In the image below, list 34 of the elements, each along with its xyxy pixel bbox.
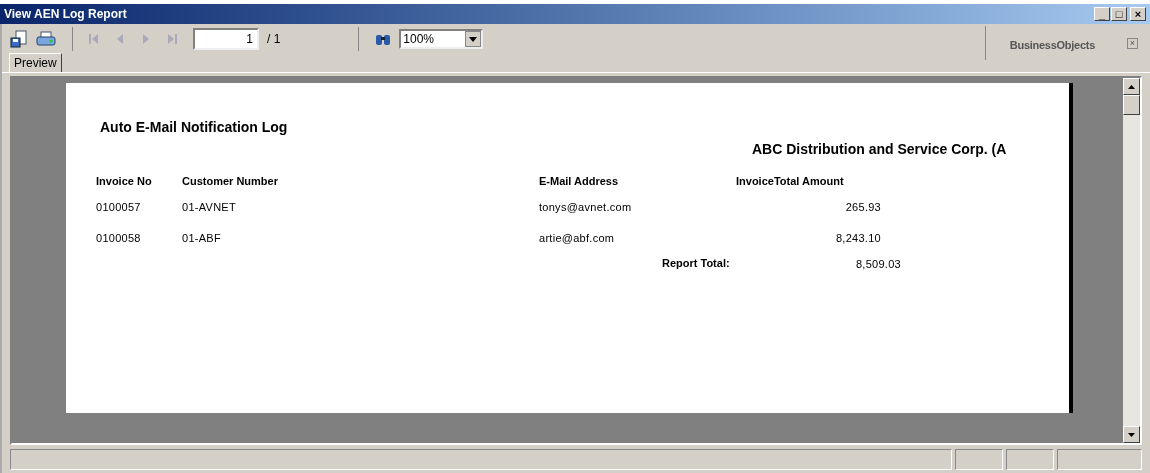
close-button[interactable]: × bbox=[1127, 37, 1138, 49]
page-count: / 1 bbox=[267, 31, 281, 48]
scroll-down-icon[interactable] bbox=[1128, 432, 1135, 437]
report-title: Auto E-Mail Notification Log bbox=[100, 118, 288, 137]
close-button[interactable]: × bbox=[1130, 7, 1146, 21]
table-cell-text: 01-AVNET bbox=[182, 200, 236, 215]
tab[interactable]: Preview bbox=[9, 53, 62, 72]
table-cell-text: tonys@avnet.com bbox=[539, 200, 632, 215]
caret-icon bbox=[469, 36, 478, 42]
scrollbar[interactable] bbox=[1123, 78, 1140, 443]
table-cell-text: 265.93 bbox=[844, 200, 881, 215]
company-name: ABC Distribution and Service Corp. (A bbox=[752, 140, 1007, 159]
table-cell-text: 8,243.10 bbox=[834, 231, 881, 246]
export-icon[interactable] bbox=[10, 30, 28, 48]
column-header: E-Mail Address bbox=[539, 174, 619, 189]
maximize-button[interactable]: □ bbox=[1111, 7, 1127, 21]
zoom-dropdown[interactable]: 100% bbox=[399, 29, 484, 49]
window-title: View AEN Log Report bbox=[4, 6, 128, 23]
column-header: Invoice No bbox=[96, 174, 152, 189]
printer-icon[interactable] bbox=[36, 30, 56, 48]
table-cell-text: 0100058 bbox=[96, 231, 141, 246]
scroll-up-icon[interactable] bbox=[1128, 84, 1135, 89]
column-header: InvoiceTotal Amount bbox=[736, 174, 844, 189]
table-cell-text: 0100057 bbox=[96, 200, 141, 215]
scroll-thumb[interactable] bbox=[1123, 95, 1140, 115]
page-number-field[interactable]: 1 bbox=[193, 28, 259, 50]
report-total: 8,509.03 bbox=[854, 257, 901, 272]
table-cell-text: 01-ABF bbox=[182, 231, 221, 246]
report-total-label: Report Total: bbox=[662, 256, 730, 271]
minimize-button[interactable]: _ bbox=[1094, 7, 1110, 21]
column-header: Customer Number bbox=[182, 174, 278, 189]
binoculars-icon[interactable] bbox=[375, 32, 392, 46]
table-cell-text: artie@abf.com bbox=[539, 231, 615, 246]
logo: BusinessObjects bbox=[1009, 37, 1095, 53]
